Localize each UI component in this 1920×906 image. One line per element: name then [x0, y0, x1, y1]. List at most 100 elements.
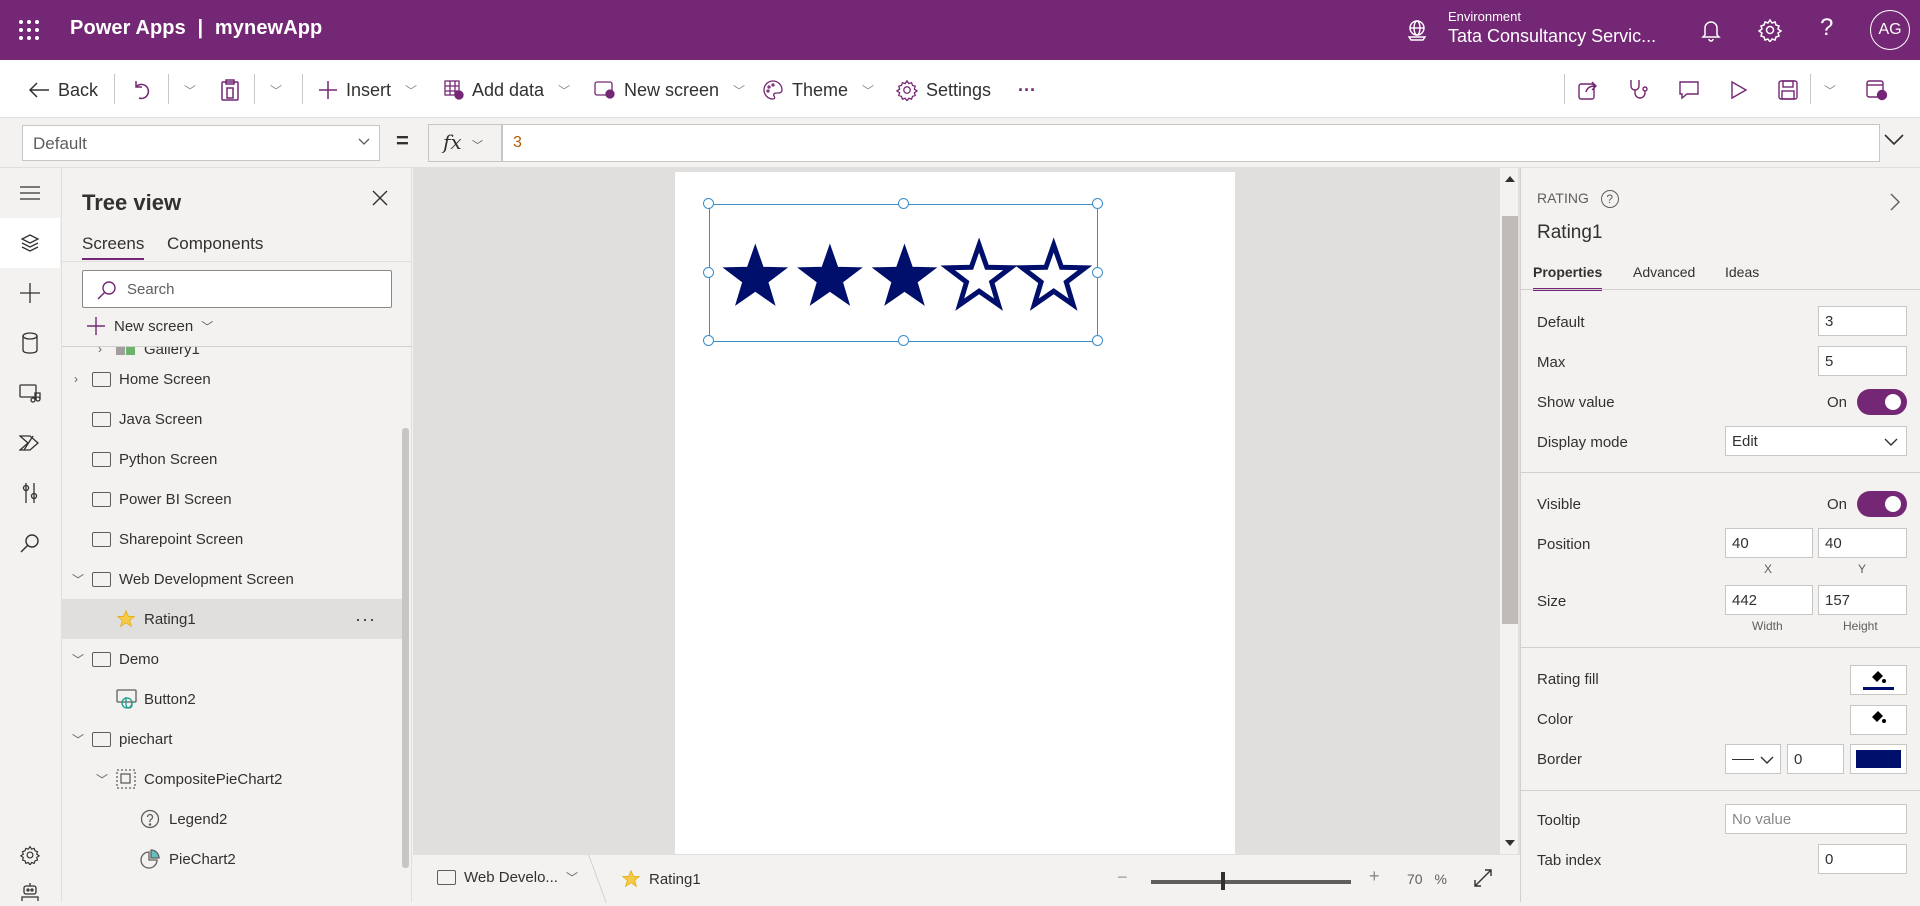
more-commands-button[interactable]: ···	[1018, 78, 1036, 102]
resize-handle[interactable]	[703, 267, 714, 278]
tree-node-web-development-screen[interactable]: ﹀ Web Development Screen	[62, 559, 402, 599]
hamburger-menu-icon[interactable]	[0, 168, 60, 218]
resize-handle[interactable]	[1092, 267, 1103, 278]
star-empty[interactable]	[1015, 237, 1093, 311]
search-icon[interactable]	[0, 518, 60, 568]
show-value-toggle[interactable]	[1857, 389, 1907, 415]
default-input[interactable]: 3	[1818, 306, 1907, 336]
height-input[interactable]: 157	[1818, 585, 1907, 615]
preview-play-button[interactable]	[1730, 78, 1748, 102]
new-screen-button[interactable]: New screen ﹀	[594, 78, 745, 102]
data-cylinder-icon[interactable]	[0, 318, 60, 368]
zoom-in-button[interactable]: +	[1369, 866, 1380, 887]
tree-search-input[interactable]: Search	[82, 270, 392, 308]
tab-components[interactable]: Components	[167, 234, 263, 258]
tree-node-python-screen[interactable]: Python Screen	[62, 439, 402, 479]
star-filled[interactable]	[797, 243, 863, 306]
zoom-slider-track[interactable]	[1151, 880, 1351, 884]
tree-node-piechart2[interactable]: PieChart2	[62, 839, 402, 879]
tree-view-layers-icon[interactable]	[0, 218, 60, 268]
star-filled[interactable]	[871, 243, 938, 306]
tree-node-rating1[interactable]: Rating1 ···	[62, 599, 402, 639]
tree-node-legend2[interactable]: Legend2	[62, 799, 402, 839]
tab-index-input[interactable]: 0	[1818, 844, 1907, 874]
canvas-vertical-scrollbar[interactable]	[1500, 168, 1518, 854]
tree-scrollbar[interactable]	[402, 428, 409, 868]
help-icon[interactable]: ?	[1600, 190, 1619, 209]
user-avatar[interactable]: AG	[1870, 10, 1910, 50]
publish-button[interactable]	[1866, 78, 1888, 102]
tab-properties[interactable]: Properties	[1533, 264, 1603, 291]
back-button[interactable]: Back	[28, 78, 98, 102]
display-mode-select[interactable]: Edit	[1725, 426, 1907, 456]
settings-gear-icon[interactable]	[1758, 18, 1782, 42]
formula-input[interactable]: 3	[502, 124, 1880, 162]
expand-formula-chevron-icon[interactable]	[1882, 132, 1906, 148]
zoom-out-button[interactable]: −	[1117, 867, 1128, 888]
environment-globe-icon[interactable]	[1406, 19, 1428, 41]
rating-fill-color-picker[interactable]	[1850, 665, 1907, 695]
tab-advanced[interactable]: Advanced	[1633, 264, 1695, 288]
scrollbar-thumb[interactable]	[1502, 216, 1518, 624]
settings-gear-icon[interactable]	[0, 830, 60, 880]
resize-handle[interactable]	[703, 198, 714, 209]
resize-handle[interactable]	[898, 198, 909, 209]
rating-control-selection[interactable]	[703, 198, 1103, 346]
screen-selector[interactable]: Web Develo... ﹀	[437, 869, 578, 886]
theme-button[interactable]: Theme ﹀	[762, 78, 874, 102]
insert-button[interactable]: Insert ﹀	[318, 78, 417, 102]
app-launcher-icon[interactable]	[18, 19, 40, 41]
star-filled[interactable]	[722, 243, 789, 306]
zoom-slider-thumb[interactable]	[1221, 872, 1225, 890]
tree-node-demo[interactable]: ﹀ Demo	[62, 639, 402, 679]
resize-handle[interactable]	[898, 335, 909, 346]
tree-node-button2[interactable]: Button2	[62, 679, 402, 719]
scroll-up-arrow-icon[interactable]	[1505, 176, 1515, 182]
more-options-icon[interactable]: ···	[355, 609, 376, 630]
save-dropdown-button[interactable]: ﹀	[1818, 78, 1836, 102]
insert-plus-icon[interactable]	[0, 268, 60, 318]
border-color-picker[interactable]	[1850, 744, 1907, 774]
notifications-bell-icon[interactable]	[1700, 18, 1722, 42]
resize-handle[interactable]	[1092, 335, 1103, 346]
fx-function-button[interactable]: fx ﹀	[428, 124, 502, 162]
tree-node-java-screen[interactable]: Java Screen	[62, 399, 402, 439]
property-selector[interactable]: Default	[22, 125, 380, 161]
new-screen-button[interactable]: New screen ﹀	[86, 316, 213, 336]
comments-button[interactable]	[1678, 78, 1700, 102]
rating-stars[interactable]	[710, 205, 1099, 343]
media-icon[interactable]	[0, 368, 60, 418]
chevron-right-icon[interactable]	[1889, 192, 1901, 212]
width-input[interactable]: 442	[1725, 585, 1813, 615]
share-button[interactable]	[1578, 78, 1600, 102]
fit-to-window-icon[interactable]	[1473, 868, 1493, 888]
save-button[interactable]	[1778, 78, 1798, 102]
resize-handle[interactable]	[1092, 198, 1103, 209]
add-data-button[interactable]: Add data ﹀	[444, 78, 570, 102]
position-y-input[interactable]: 40	[1818, 528, 1907, 558]
tree-node-power-bi-screen[interactable]: Power BI Screen	[62, 479, 402, 519]
paste-dropdown-button[interactable]: ﹀	[264, 78, 282, 102]
tree-node-sharepoint-screen[interactable]: Sharepoint Screen	[62, 519, 402, 559]
max-input[interactable]: 5	[1818, 346, 1907, 376]
control-name[interactable]: Rating1	[1537, 222, 1603, 244]
undo-dropdown-button[interactable]: ﹀	[178, 78, 196, 102]
tooltip-input[interactable]: No value	[1725, 804, 1907, 834]
close-icon[interactable]	[372, 190, 388, 206]
environment-name[interactable]: Tata Consultancy Servic...	[1448, 26, 1656, 47]
app-checker-button[interactable]	[1628, 78, 1650, 102]
position-x-input[interactable]: 40	[1725, 528, 1813, 558]
resize-handle[interactable]	[703, 335, 714, 346]
settings-button[interactable]: Settings	[896, 78, 991, 102]
tree-node-home-screen[interactable]: › Home Screen	[62, 359, 402, 399]
tree-node-piechart[interactable]: ﹀ piechart	[62, 719, 402, 759]
visible-toggle[interactable]	[1857, 491, 1907, 517]
color-picker[interactable]	[1850, 705, 1907, 735]
tab-screens[interactable]: Screens	[82, 234, 145, 260]
undo-button[interactable]	[132, 78, 152, 102]
tree-node-compositepiechart2[interactable]: ﹀ CompositePieChart2	[62, 759, 402, 799]
power-automate-icon[interactable]	[0, 418, 60, 468]
border-width-input[interactable]: 0	[1787, 744, 1844, 774]
star-empty[interactable]	[940, 237, 1018, 311]
scroll-down-arrow-icon[interactable]	[1505, 840, 1515, 846]
